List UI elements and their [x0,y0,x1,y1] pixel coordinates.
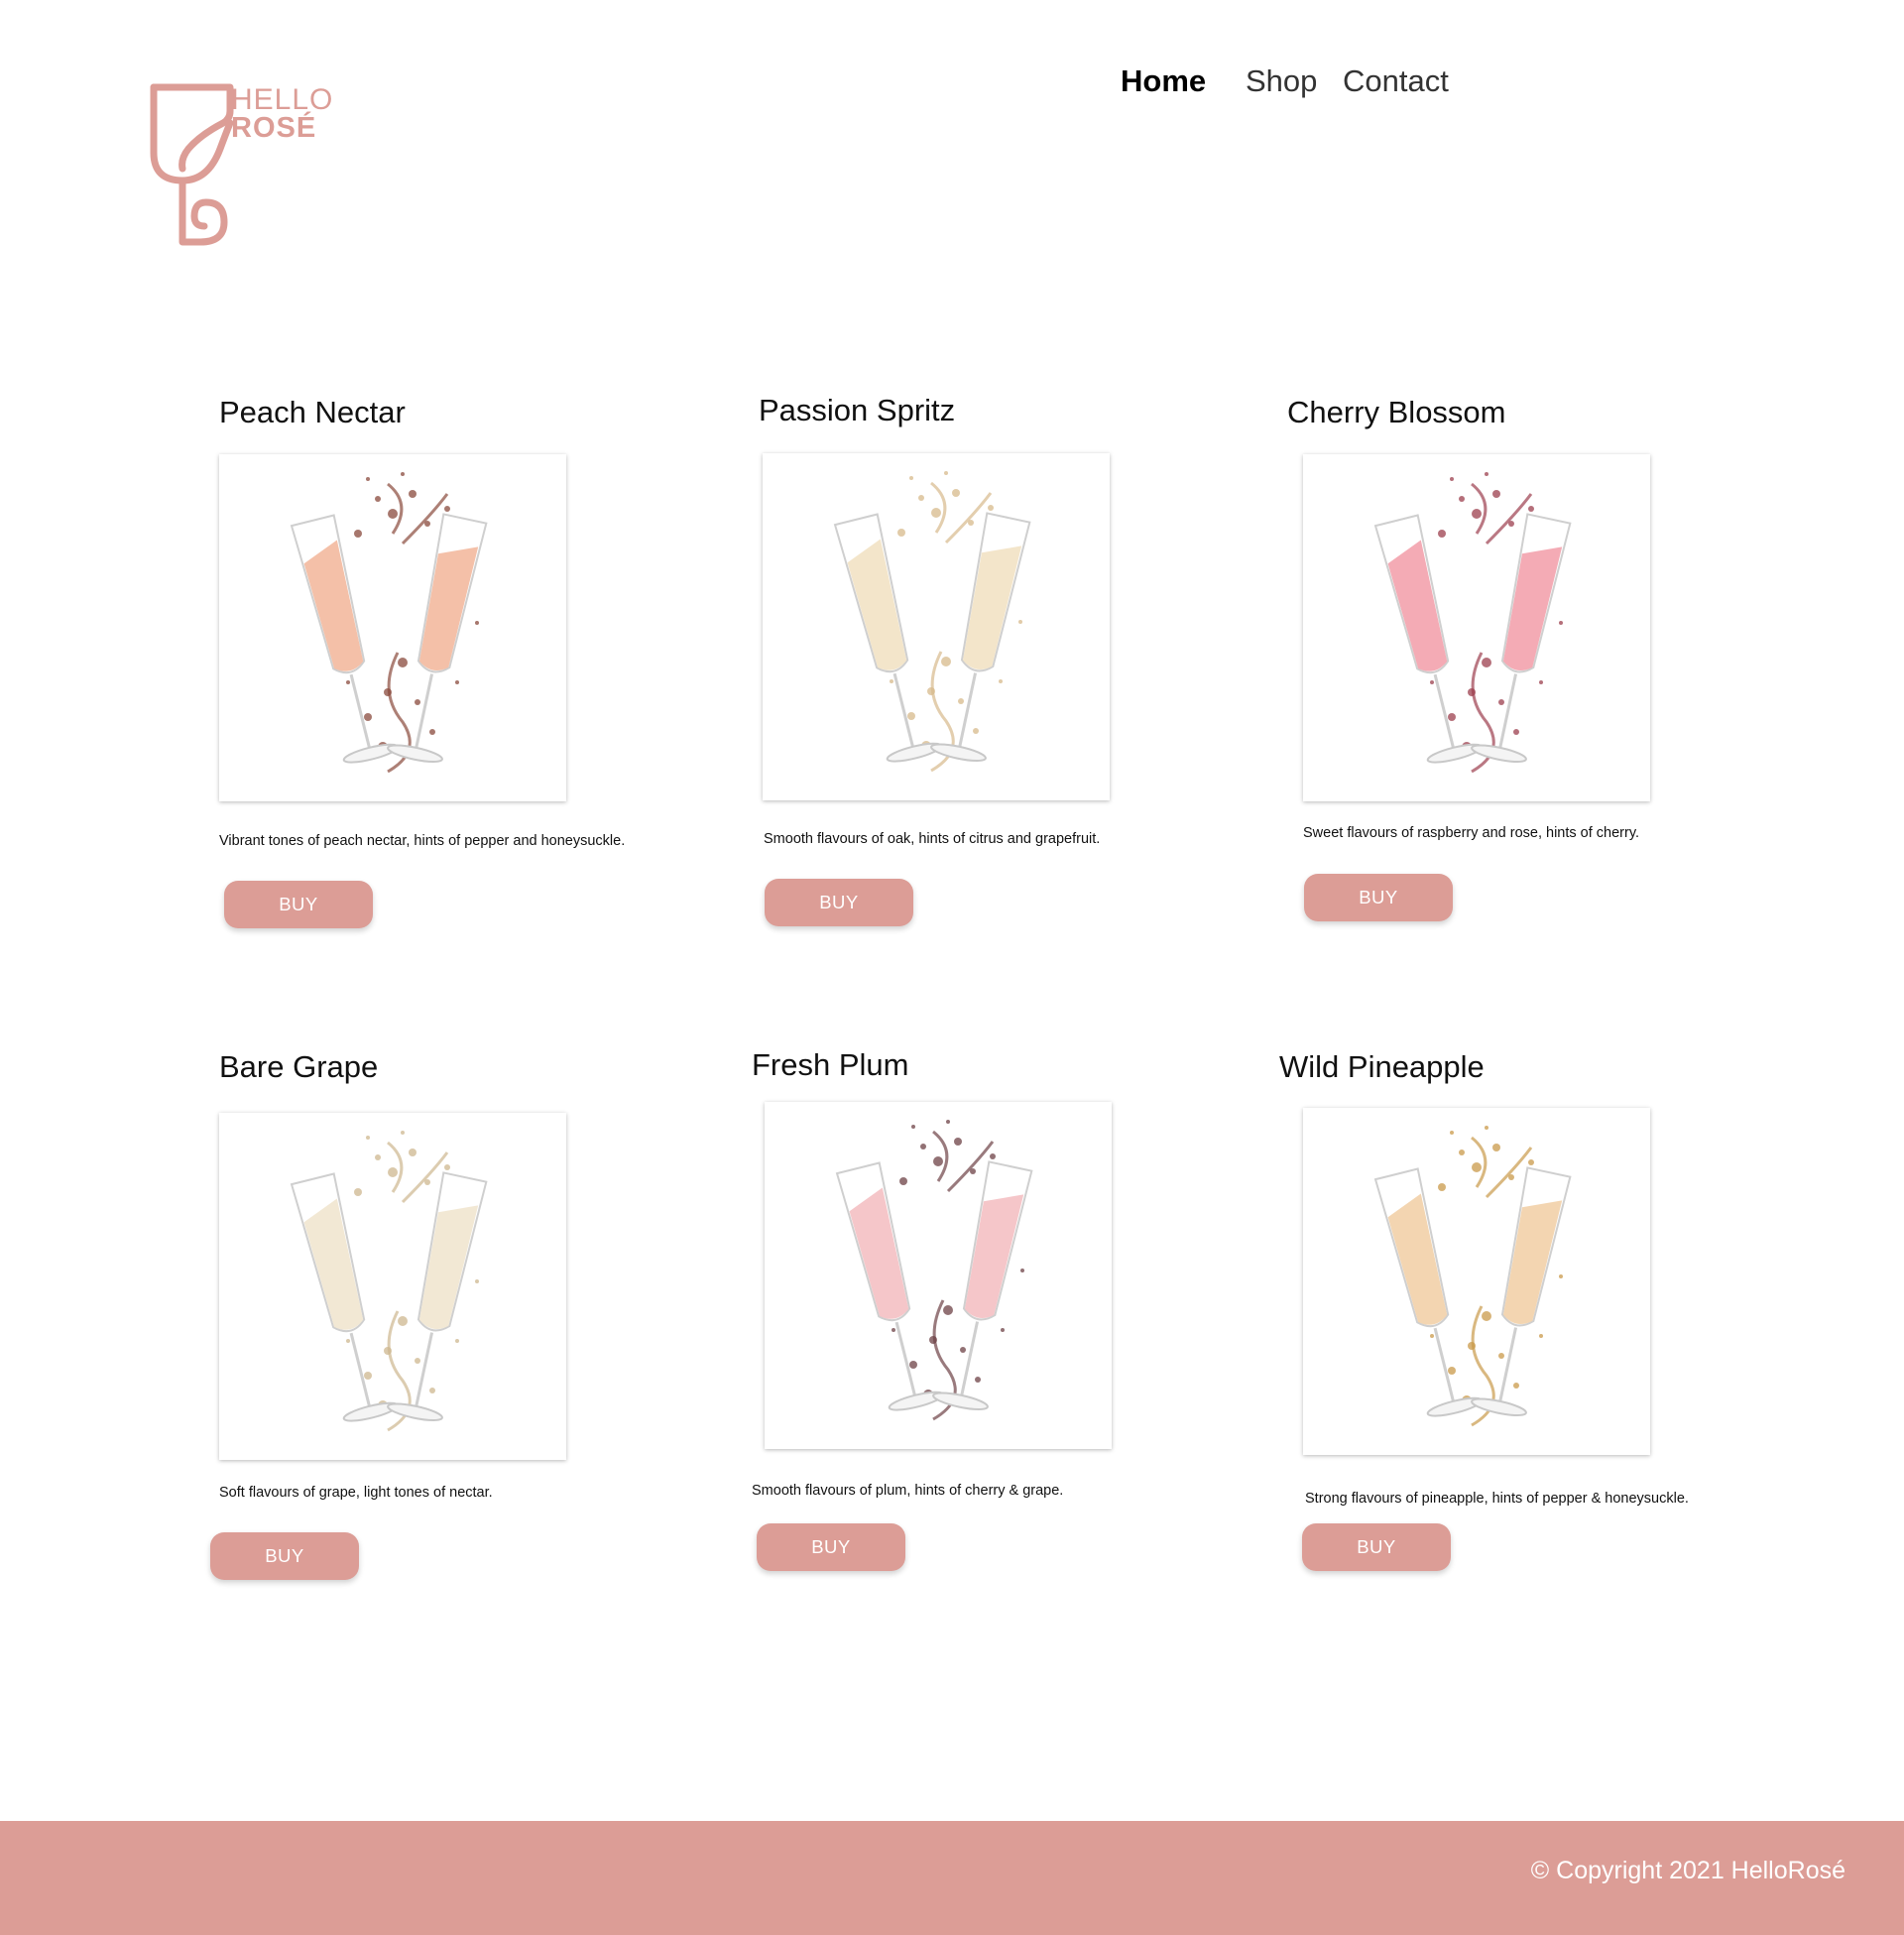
product-description: Strong flavours of pineapple, hints of p… [1305,1491,1689,1507]
product-description: Soft flavours of grape, light tones of n… [219,1485,493,1501]
product-image[interactable] [1303,1108,1650,1455]
product-description: Smooth flavours of plum, hints of cherry… [752,1483,1064,1499]
product-description: Smooth flavours of oak, hints of citrus … [764,831,1101,847]
nav-contact-link[interactable]: Contact [1343,61,1449,101]
site-footer: © Copyright 2021 HelloRosé [0,1821,1904,1935]
clinking-glasses-image [1373,1126,1572,1427]
product-description: Vibrant tones of peach nectar, hints of … [219,833,626,849]
product-title: Bare Grape [219,1049,379,1084]
product-image[interactable] [219,1113,566,1460]
buy-button[interactable]: BUY [1302,1523,1451,1571]
product-image[interactable] [219,454,566,801]
product-image[interactable] [763,453,1110,800]
brand-name-line1: HELLO [231,83,334,116]
product-title: Peach Nectar [219,395,406,429]
brand-logo[interactable]: HELLO ROSÉ [149,83,347,252]
product-title: Wild Pineapple [1279,1049,1485,1084]
buy-button[interactable]: BUY [1304,874,1453,921]
clinking-glasses-image [290,1131,488,1432]
product-description: Sweet flavours of raspberry and rose, hi… [1303,825,1640,841]
buy-button[interactable]: BUY [765,879,913,926]
clinking-glasses-image [290,472,488,774]
clinking-glasses-image [835,1120,1033,1421]
buy-button[interactable]: BUY [224,881,373,928]
product-image[interactable] [765,1102,1112,1449]
buy-button[interactable]: BUY [210,1532,359,1580]
product-image[interactable] [1303,454,1650,801]
buy-button[interactable]: BUY [757,1523,905,1571]
copyright-text: © Copyright 2021 HelloRosé [1530,1857,1845,1884]
clinking-glasses-image [833,471,1031,773]
product-title: Passion Spritz [759,393,956,427]
nav-shop-link[interactable]: Shop [1246,61,1317,101]
clinking-glasses-image [1373,472,1572,774]
brand-name-line2: ROSÉ [231,112,317,144]
nav-home-link[interactable]: Home [1121,61,1206,101]
product-title: Fresh Plum [752,1047,909,1082]
product-title: Cherry Blossom [1287,395,1506,429]
